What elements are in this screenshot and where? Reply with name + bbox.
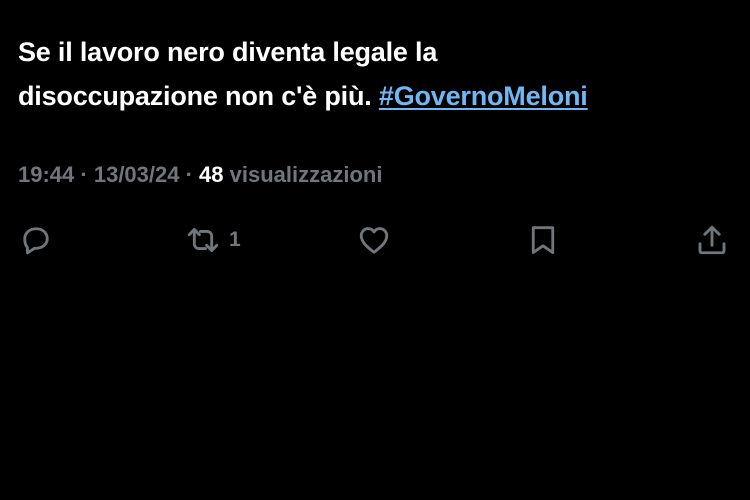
share-icon: [698, 225, 726, 255]
like-button[interactable]: [356, 220, 392, 260]
bookmark-icon: [531, 226, 555, 255]
heart-icon: [359, 227, 389, 254]
repost-icon: [187, 227, 219, 253]
tweet-text: Se il lavoro nero diventa legale la diso…: [18, 30, 718, 118]
share-button[interactable]: [694, 220, 730, 260]
views-label: visualizzazioni: [223, 162, 383, 187]
tweet-text-line-2-prefix: disoccupazione non c'è più.: [18, 81, 379, 111]
views-count: 48: [199, 162, 224, 187]
reply-button[interactable]: [18, 220, 54, 260]
hashtag-link[interactable]: #GovernoMeloni: [379, 81, 588, 111]
tweet-meta: 19:44 · 13/03/24 · 48 visualizzazioni: [18, 159, 382, 191]
repost-count: 1: [229, 228, 241, 251]
reply-icon: [23, 227, 49, 255]
tweet-text-line-2: disoccupazione non c'è più. #GovernoMelo…: [18, 74, 718, 118]
tweet-time[interactable]: 19:44: [18, 162, 74, 187]
tweet-actions-bar: 1: [0, 220, 750, 260]
tweet-date[interactable]: 13/03/24: [94, 162, 180, 187]
repost-button[interactable]: 1: [185, 220, 241, 260]
meta-separator: ·: [179, 162, 200, 187]
tweet-text-line-1: Se il lavoro nero diventa legale la: [18, 37, 438, 67]
bookmark-button[interactable]: [525, 220, 561, 260]
meta-separator: ·: [74, 162, 94, 187]
